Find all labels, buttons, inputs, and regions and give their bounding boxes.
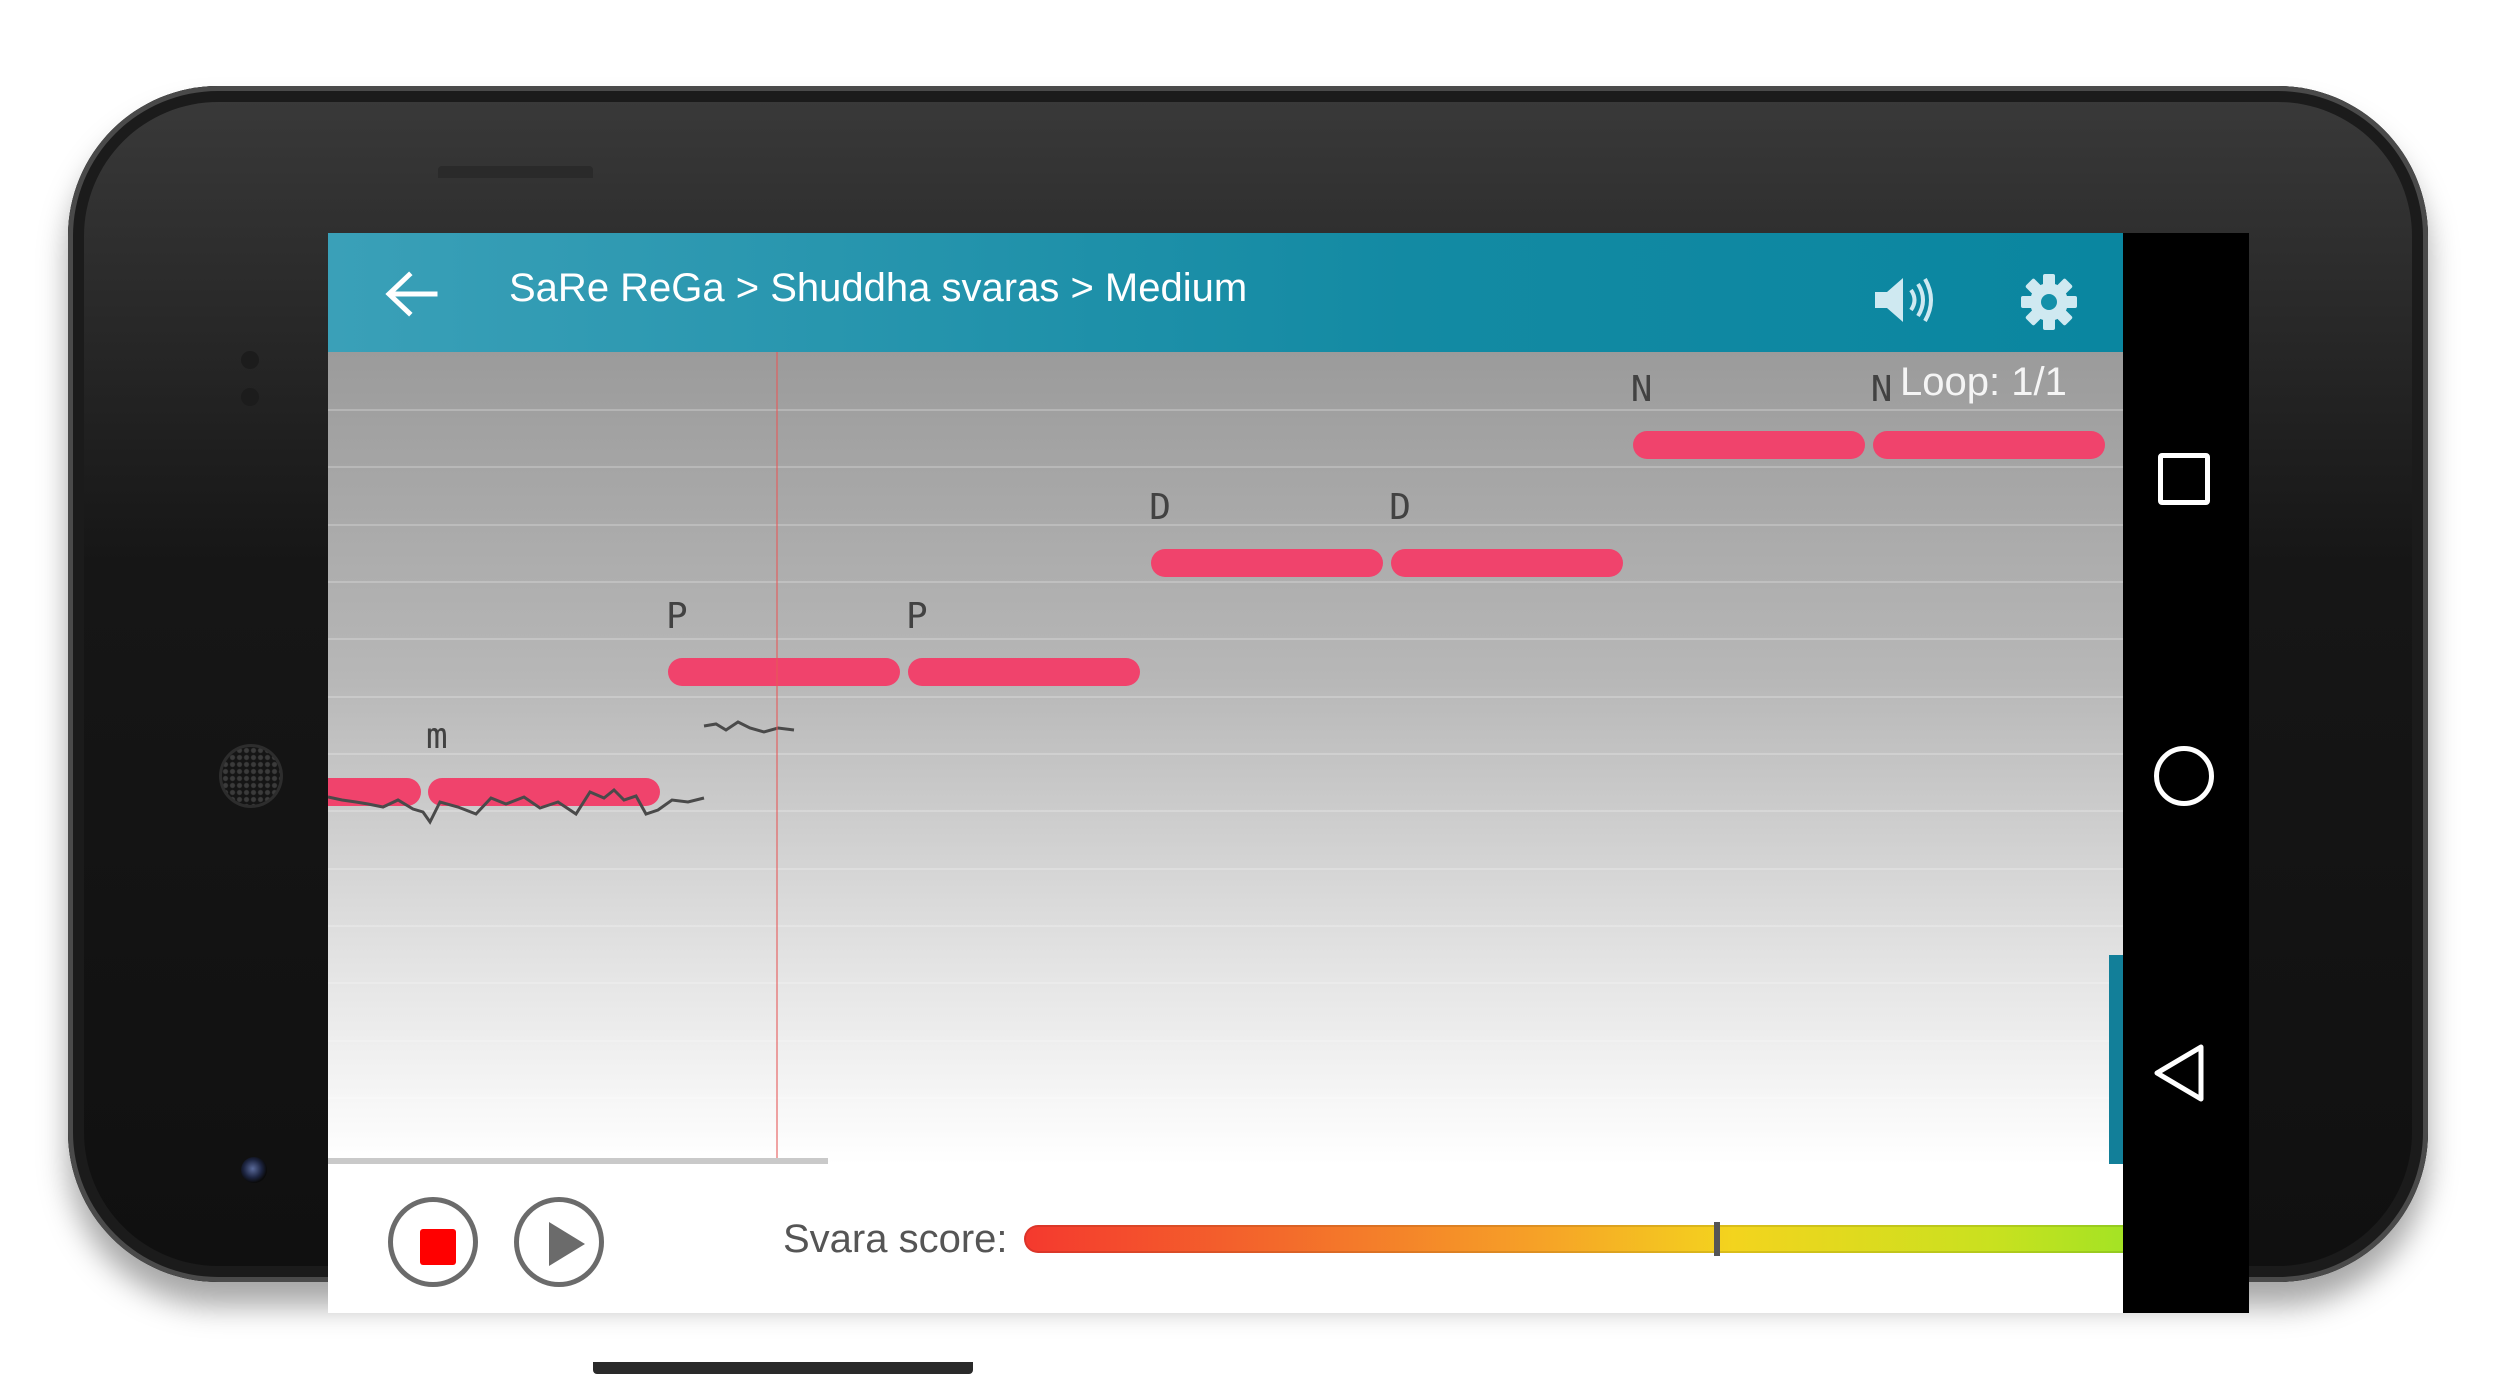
level-indicator xyxy=(2109,955,2123,1164)
power-button xyxy=(438,166,593,178)
control-bar: Svara score: xyxy=(328,1164,2249,1313)
earpiece-speaker xyxy=(222,747,280,805)
svara-score-track xyxy=(1024,1222,2054,1256)
sung-pitch-trace xyxy=(328,720,795,825)
recent-apps-icon[interactable] xyxy=(2158,453,2210,505)
back-arrow-icon[interactable] xyxy=(383,269,439,319)
light-sensor xyxy=(241,388,259,406)
front-camera xyxy=(241,1157,267,1183)
phone-frame: SaRe ReGa > Shuddha svaras > Medium Loop… xyxy=(68,86,2428,1374)
play-button[interactable] xyxy=(514,1197,604,1287)
stop-record-icon xyxy=(420,1229,456,1265)
volume-rocker xyxy=(593,1362,973,1374)
nav-back-icon[interactable] xyxy=(2149,1041,2209,1105)
proximity-sensor xyxy=(241,351,259,369)
page-title: SaRe ReGa > Shuddha svaras > Medium xyxy=(509,266,1248,310)
play-icon xyxy=(549,1222,585,1266)
gear-icon[interactable] xyxy=(2020,273,2078,331)
playhead-line xyxy=(776,352,778,1164)
screen: SaRe ReGa > Shuddha svaras > Medium Loop… xyxy=(328,233,2249,1313)
record-stop-button[interactable] xyxy=(388,1197,478,1287)
volume-icon[interactable] xyxy=(1873,275,1935,325)
home-icon[interactable] xyxy=(2154,746,2214,806)
svara-score-label: Svara score: xyxy=(783,1217,1008,1261)
svara-score-marker xyxy=(1714,1222,1721,1256)
app-bar: SaRe ReGa > Shuddha svaras > Medium xyxy=(328,233,2123,352)
pitch-canvas: Loop: 1/1 mPPDDNNS xyxy=(328,352,2123,1164)
system-nav-bar xyxy=(2123,233,2249,1313)
